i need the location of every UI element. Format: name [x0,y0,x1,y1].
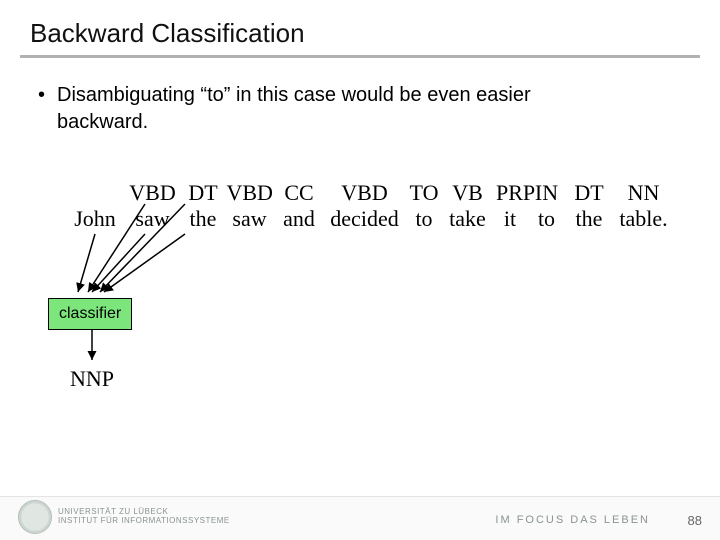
footer-bar: UNIVERSITÄT ZU LÜBECK INSTITUT FÜR INFOR… [0,496,720,540]
word-6: to [409,206,439,232]
slide: Backward Classification • Disambiguating… [0,0,720,540]
bullet-dot: • [38,82,45,136]
tag-9: IN [530,180,564,206]
bullet-row: • Disambiguating “to” in this case would… [38,82,690,136]
word-11: table. [615,206,673,232]
bullet-text: Disambiguating “to” in this case would b… [57,82,617,136]
word-8: it [496,206,524,232]
tag-7: VB [445,180,491,206]
classifier-box: classifier [48,298,132,330]
word-4: and [278,206,320,232]
tag-8: PRP [496,180,524,206]
title-underline [20,55,700,58]
tag-4: CC [278,180,320,206]
word-10: the [569,206,609,232]
tag-10: DT [569,180,609,206]
tag-5: VBD [326,180,404,206]
university-line2: INSTITUT FÜR INFORMATIONSSYSTEME [58,517,230,526]
university-name: UNIVERSITÄT ZU LÜBECK INSTITUT FÜR INFOR… [58,508,230,526]
output-tag: NNP [70,366,114,392]
output-arrow-icon [84,328,104,368]
tag-11: NN [615,180,673,206]
page-number: 88 [688,513,702,528]
word-7: take [445,206,491,232]
word-9: to [530,206,564,232]
tag-6: TO [409,180,439,206]
word-5: decided [326,206,404,232]
diagram: VBD DT VBD CC VBD TO VB PRP IN DT NN Joh… [30,180,690,410]
university-seal-icon [18,500,52,534]
slide-title: Backward Classification [30,18,690,49]
input-arrows-icon [40,192,240,302]
motto-text: IM FOCUS DAS LEBEN [495,514,650,526]
